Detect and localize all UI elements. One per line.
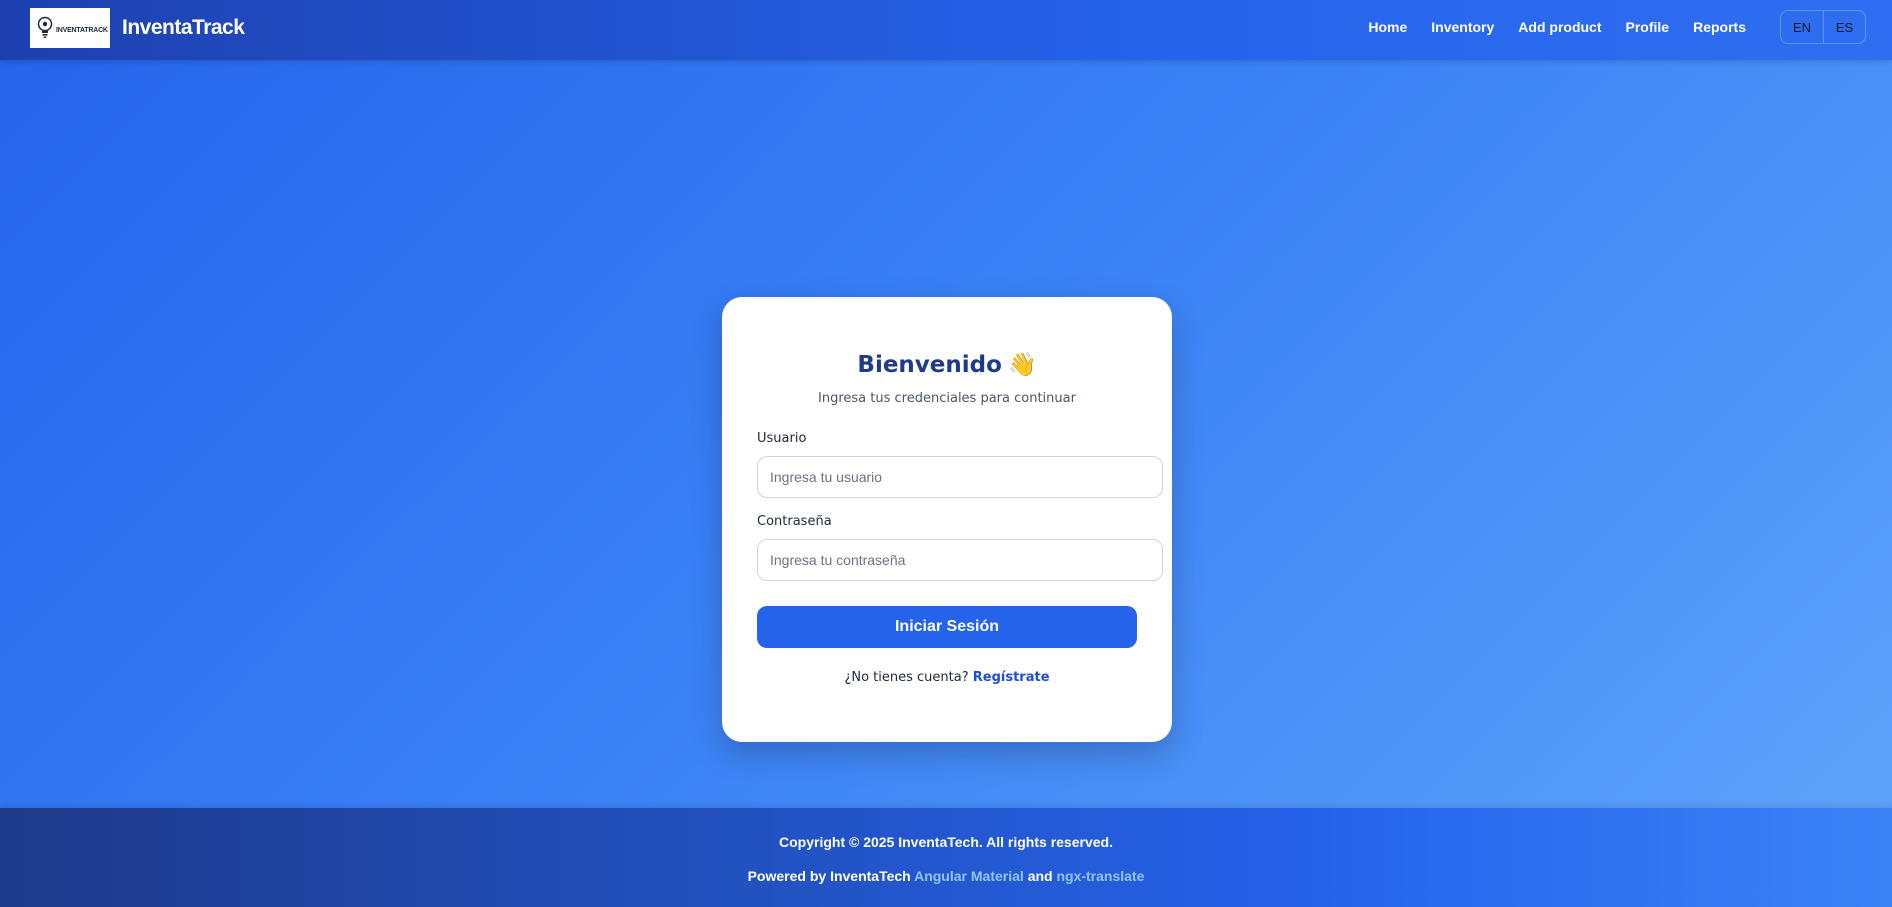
language-switcher: EN ES: [1780, 10, 1866, 44]
password-label: Contraseña: [757, 514, 832, 529]
login-title: Bienvenido 👋: [722, 351, 1172, 378]
lightbulb-logo-icon: [37, 16, 53, 38]
top-navbar: INVENTATRACK InventaTrack Home Inventory…: [0, 0, 1892, 60]
password-input[interactable]: [757, 539, 1163, 581]
angular-material-link[interactable]: Angular Material: [914, 868, 1024, 884]
ngx-translate-link[interactable]: ngx-translate: [1056, 868, 1144, 884]
username-input[interactable]: [757, 456, 1163, 498]
page-footer: Copyright © 2025 InventaTech. All rights…: [0, 808, 1892, 907]
signup-prompt: ¿No tienes cuenta?: [844, 670, 969, 685]
waving-hand-icon: 👋: [1007, 352, 1037, 378]
lang-en-button[interactable]: EN: [1781, 11, 1823, 43]
brand-name[interactable]: InventaTrack: [122, 16, 245, 40]
login-submit-button[interactable]: Iniciar Sesión: [757, 606, 1137, 648]
logo-text: INVENTATRACK: [56, 26, 108, 34]
signup-prompt-line: ¿No tienes cuenta? Regístrate: [722, 670, 1172, 685]
nav-add-product[interactable]: Add product: [1506, 19, 1613, 35]
main-nav: Home Inventory Add product Profile Repor…: [1356, 0, 1758, 54]
login-card: Bienvenido 👋 Ingresa tus credenciales par…: [722, 297, 1172, 742]
signup-link[interactable]: Regístrate: [973, 670, 1050, 685]
nav-reports[interactable]: Reports: [1681, 19, 1758, 35]
nav-profile[interactable]: Profile: [1614, 19, 1682, 35]
username-label: Usuario: [757, 431, 807, 446]
footer-powered-by: Powered by InventaTech Angular Material …: [0, 868, 1892, 884]
footer-copyright: Copyright © 2025 InventaTech. All rights…: [779, 834, 1113, 850]
login-title-text: Bienvenido: [857, 352, 1002, 378]
footer-powered-prefix: Powered by InventaTech: [747, 868, 911, 884]
footer-and: and: [1027, 868, 1053, 884]
nav-inventory[interactable]: Inventory: [1419, 19, 1506, 35]
app-logo[interactable]: INVENTATRACK: [30, 8, 110, 48]
login-subtitle: Ingresa tus credenciales para continuar: [818, 391, 1076, 406]
lang-es-button[interactable]: ES: [1823, 11, 1865, 43]
nav-home[interactable]: Home: [1356, 19, 1419, 35]
